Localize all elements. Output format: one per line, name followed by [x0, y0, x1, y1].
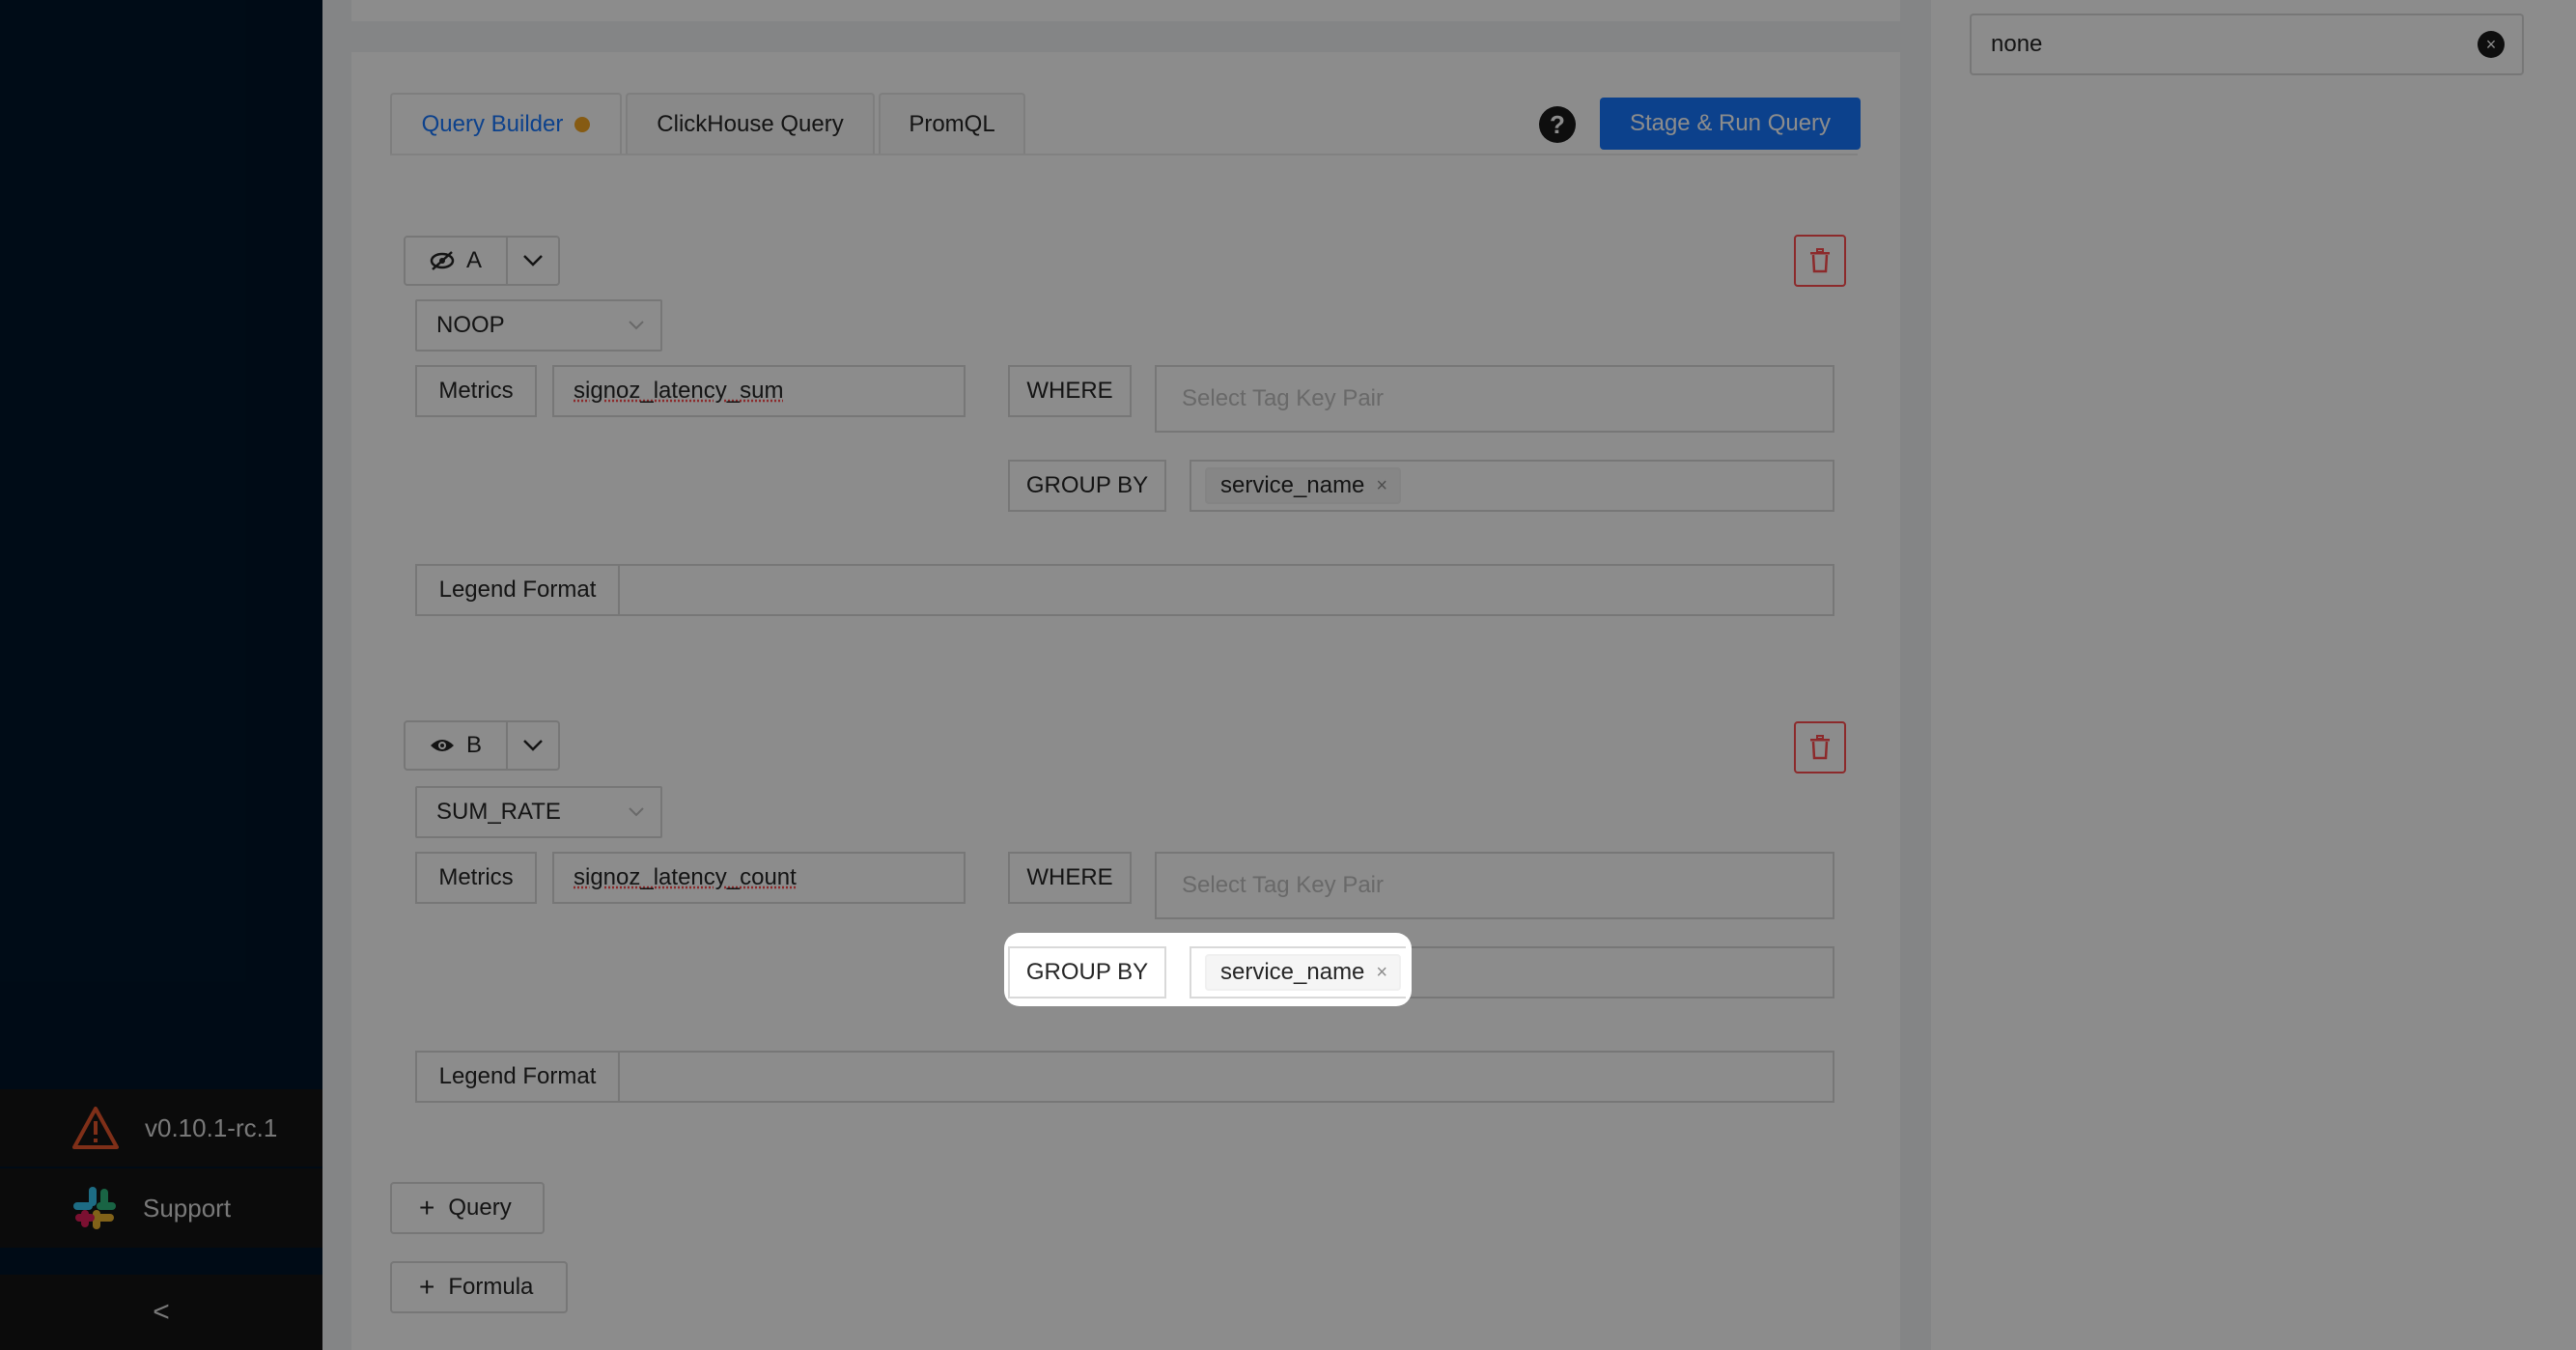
query-a-aggregation-value: NOOP	[436, 312, 505, 338]
group-by-tag: service_name ×	[1205, 467, 1402, 504]
query-b-legend-input[interactable]	[618, 1051, 1834, 1103]
query-a-group-by-select[interactable]: service_name ×	[1190, 460, 1834, 512]
version-item[interactable]: v0.10.1-rc.1	[0, 1089, 322, 1167]
query-b-group-by-label: GROUP BY	[1008, 946, 1166, 998]
right-panel-select[interactable]: none	[1970, 14, 2524, 75]
query-b-metrics-label: Metrics	[415, 852, 537, 904]
query-b-name: B	[465, 732, 482, 758]
group-by-tag: service_name ×	[1205, 954, 1402, 991]
top-card	[351, 0, 1900, 21]
trash-icon	[1809, 248, 1831, 273]
query-a-name: A	[465, 247, 482, 273]
add-query-label: Query	[448, 1195, 512, 1221]
version-label: v0.10.1-rc.1	[145, 1112, 278, 1142]
query-b-visibility-toggle[interactable]: B	[404, 720, 508, 771]
query-b-options-button[interactable]	[506, 720, 560, 771]
support-item[interactable]: Support	[0, 1168, 322, 1248]
query-a-delete-button[interactable]	[1794, 235, 1846, 287]
right-panel	[1931, 0, 2576, 1350]
chevron-left-icon: <	[153, 1296, 170, 1328]
close-icon[interactable]: ×	[1376, 962, 1387, 984]
query-a-where-label: WHERE	[1008, 365, 1132, 417]
help-icon[interactable]: ?	[1539, 106, 1576, 143]
tab-clickhouse-query[interactable]: ClickHouse Query	[626, 93, 875, 155]
close-icon[interactable]: ×	[1376, 475, 1387, 497]
plus-icon: +	[419, 1272, 435, 1302]
tab-clickhouse-label: ClickHouse Query	[657, 111, 844, 137]
sidebar-collapse-button[interactable]: <	[0, 1275, 322, 1350]
trash-icon	[1809, 735, 1831, 760]
query-a-legend-input[interactable]	[618, 564, 1834, 616]
query-a-aggregation-select[interactable]: NOOP	[415, 299, 662, 352]
query-b-legend-label: Legend Format	[415, 1051, 620, 1103]
query-a-visibility-toggle[interactable]: A	[404, 236, 508, 286]
query-b-group-by-select[interactable]: service_name ×	[1190, 946, 1406, 998]
query-a-where-input[interactable]: Select Tag Key Pair	[1155, 365, 1834, 433]
query-b-metric-input[interactable]: signoz_latency_count	[552, 852, 966, 904]
tab-query-builder[interactable]: Query Builder	[390, 93, 622, 155]
query-a-legend-label: Legend Format	[415, 564, 620, 616]
stage-run-query-button[interactable]: Stage & Run Query	[1600, 98, 1861, 150]
eye-invisible-icon	[430, 250, 455, 271]
query-b-delete-button[interactable]	[1794, 721, 1846, 773]
eye-icon	[430, 737, 455, 754]
chevron-down-icon	[522, 254, 544, 267]
add-query-button[interactable]: + Query	[390, 1182, 545, 1234]
query-a-metrics-label: Metrics	[415, 365, 537, 417]
chevron-down-icon	[628, 320, 645, 331]
query-b-aggregation-value: SUM_RATE	[436, 799, 561, 825]
tab-promql[interactable]: PromQL	[879, 93, 1025, 155]
support-label: Support	[143, 1193, 232, 1223]
unsaved-dot	[574, 117, 591, 132]
warning-icon	[71, 1106, 120, 1150]
chevron-down-icon	[522, 739, 544, 752]
tab-divider	[390, 154, 1858, 155]
chevron-down-icon	[628, 806, 645, 818]
query-b-where-label: WHERE	[1008, 852, 1132, 904]
plus-icon: +	[419, 1193, 435, 1223]
query-a-options-button[interactable]	[506, 236, 560, 286]
tab-query-builder-label: Query Builder	[421, 111, 564, 137]
query-b-where-input[interactable]: Select Tag Key Pair	[1155, 852, 1834, 919]
add-formula-button[interactable]: + Formula	[390, 1261, 568, 1313]
clear-icon[interactable]: ×	[2478, 31, 2505, 58]
add-formula-label: Formula	[448, 1274, 534, 1300]
query-a-group-by-label: GROUP BY	[1008, 460, 1166, 512]
query-b-aggregation-select[interactable]: SUM_RATE	[415, 786, 662, 838]
tab-promql-label: PromQL	[909, 111, 995, 137]
query-a-metric-input[interactable]: signoz_latency_sum	[552, 365, 966, 417]
query-card	[351, 52, 1900, 1350]
slack-icon	[71, 1185, 118, 1231]
